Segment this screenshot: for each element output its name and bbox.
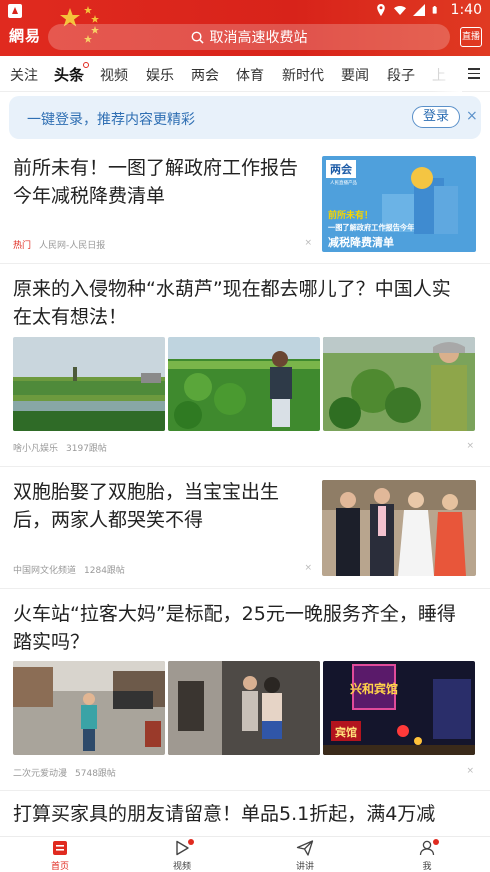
article-image-2 (168, 661, 320, 755)
close-icon[interactable]: × (466, 108, 478, 124)
tab-new-era[interactable]: 新时代 (282, 65, 324, 85)
neon-sign-2: 宾馆 (335, 725, 357, 739)
tabs-fade (432, 56, 462, 92)
location-icon (376, 4, 385, 16)
image-badge: 两会 (330, 162, 353, 176)
menu-icon[interactable] (468, 68, 480, 79)
home-icon (53, 841, 67, 855)
signal-icon (412, 4, 425, 16)
image-caption-2: 一图了解政府工作报告今年 (328, 223, 414, 232)
tab-jokes[interactable]: 段子 (387, 65, 415, 85)
nav-talk[interactable]: 讲讲 (275, 839, 335, 872)
tab-new-dot (83, 62, 89, 68)
article-card-5[interactable]: 打算买家具的朋友请留意！单品5.1折起，满4万减 (0, 800, 490, 836)
article-source: 中国网文化频道 (13, 566, 77, 576)
infographic-image: 两会 人民直播产品 前所未有！ 一图了解政府工作报告今年 减税降费清单 (322, 156, 476, 252)
tab-entertainment[interactable]: 娱乐 (146, 65, 174, 85)
nav-label: 讲讲 (295, 862, 314, 872)
tab-sports[interactable]: 体育 (236, 65, 264, 85)
article-image-2 (168, 337, 320, 431)
article-image-3 (323, 337, 475, 431)
status-time: 1:40 (450, 2, 482, 18)
article-card-1[interactable]: 前所未有！一图了解政府工作报告 今年减税降费清单 热门 人民网-人民日报 × 两会… (0, 150, 490, 262)
article-thumbnail: 两会 人民直播产品 前所未有！ 一图了解政府工作报告今年 减税降费清单 (322, 156, 476, 252)
divider (0, 790, 490, 791)
article-image-1 (13, 661, 165, 755)
tab-top-news[interactable]: 要闻 (341, 65, 369, 85)
article-title: 打算买家具的朋友请留意！单品5.1折起，满4万减 (13, 803, 436, 825)
search-icon (191, 31, 204, 44)
tab-headlines[interactable]: 头条 (54, 64, 84, 85)
article-image-1 (13, 337, 165, 431)
nav-video[interactable]: 视频 (152, 839, 212, 872)
article-source: 啥小凡娱乐 (13, 444, 59, 454)
article-card-4[interactable]: 火车站“拉客大妈”是标配，25元一晚服务齐全，睡得 踏实吗？ 兴和宾馆 宾馆 二… (0, 597, 490, 787)
article-title: 双胞胎娶了双胞胎，当宝宝出生 后，两家人都哭笑不得 (13, 481, 280, 531)
article-card-3[interactable]: 双胞胎娶了双胞胎，当宝宝出生 后，两家人都哭笑不得 中国网文化频道 1284跟帖 … (0, 475, 490, 585)
article-card-2[interactable]: 原来的入侵物种“水葫芦”现在都去哪儿了？中国人实 在太有想法！ 啥小凡娱乐 31… (0, 272, 490, 462)
nav-label: 视频 (172, 862, 191, 872)
article-image-3: 兴和宾馆 宾馆 (323, 661, 475, 755)
article-source: 人民网-人民日报 (39, 241, 106, 251)
nav-label: 首页 (50, 862, 69, 872)
battery-icon (432, 6, 437, 14)
article-meta: 二次元爱动漫 5748跟帖 (13, 766, 116, 779)
dismiss-icon[interactable]: × (466, 766, 474, 776)
nav-home[interactable]: 首页 (30, 839, 90, 872)
status-bar: 1:40 (0, 0, 490, 22)
notification-app-icon (8, 4, 22, 18)
divider (0, 588, 490, 589)
search-placeholder: 取消高速收费站 (209, 30, 308, 46)
divider (0, 263, 490, 264)
login-banner-text: 一键登录，推荐内容更精彩 (27, 112, 195, 128)
nav-label: 我 (422, 862, 432, 872)
bottom-navigation: 首页 视频 讲讲 我 (0, 836, 490, 872)
tab-video[interactable]: 视频 (100, 65, 128, 85)
search-bar[interactable]: 取消高速收费站 (48, 24, 450, 50)
article-title: 原来的入侵物种“水葫芦”现在都去哪儿了？中国人实 在太有想法！ (13, 278, 451, 328)
wifi-icon (393, 6, 406, 15)
video-notification-dot (188, 839, 194, 845)
article-title: 火车站“拉客大妈”是标配，25元一晚服务齐全，睡得 踏实吗？ (13, 603, 456, 653)
image-caption-3: 减税降费清单 (328, 235, 394, 249)
login-banner: 一键登录，推荐内容更精彩 登录 × (9, 96, 481, 139)
tab-two-sessions[interactable]: 两会 (191, 65, 219, 85)
image-caption-1: 前所未有！ (328, 209, 373, 221)
comment-count: 5748跟帖 (75, 769, 116, 779)
comment-count: 1284跟帖 (84, 566, 125, 576)
hot-tag: 热门 (13, 241, 32, 251)
me-notification-dot (433, 839, 439, 845)
netease-logo[interactable]: 網易 (9, 25, 41, 46)
article-meta: 啥小凡娱乐 3197跟帖 (13, 441, 107, 454)
login-button[interactable]: 登录 (412, 106, 460, 128)
image-sub: 人民直播产品 (330, 179, 357, 186)
divider (0, 466, 490, 467)
tab-follow[interactable]: 关注 (10, 65, 38, 85)
article-meta: 热门 人民网-人民日报 (13, 238, 113, 251)
dismiss-icon[interactable]: × (304, 563, 312, 573)
dismiss-icon[interactable]: × (466, 441, 474, 451)
live-button[interactable]: 直播 (460, 27, 482, 47)
channel-tabs: 关注 头条 视频 娱乐 两会 体育 新时代 要闻 段子 上 (0, 56, 490, 92)
paper-plane-icon (296, 840, 314, 856)
article-source: 二次元爱动漫 (13, 769, 68, 779)
neon-sign-1: 兴和宾馆 (350, 681, 398, 696)
nav-me[interactable]: 我 (397, 839, 457, 872)
article-title: 前所未有！一图了解政府工作报告 今年减税降费清单 (13, 157, 299, 207)
app-header: 1:40 網易 取消高速收费站 直播 (0, 0, 490, 56)
article-meta: 中国网文化频道 1284跟帖 (13, 563, 125, 576)
comment-count: 3197跟帖 (66, 444, 107, 454)
dismiss-icon[interactable]: × (304, 238, 312, 248)
article-thumbnail (322, 480, 476, 576)
